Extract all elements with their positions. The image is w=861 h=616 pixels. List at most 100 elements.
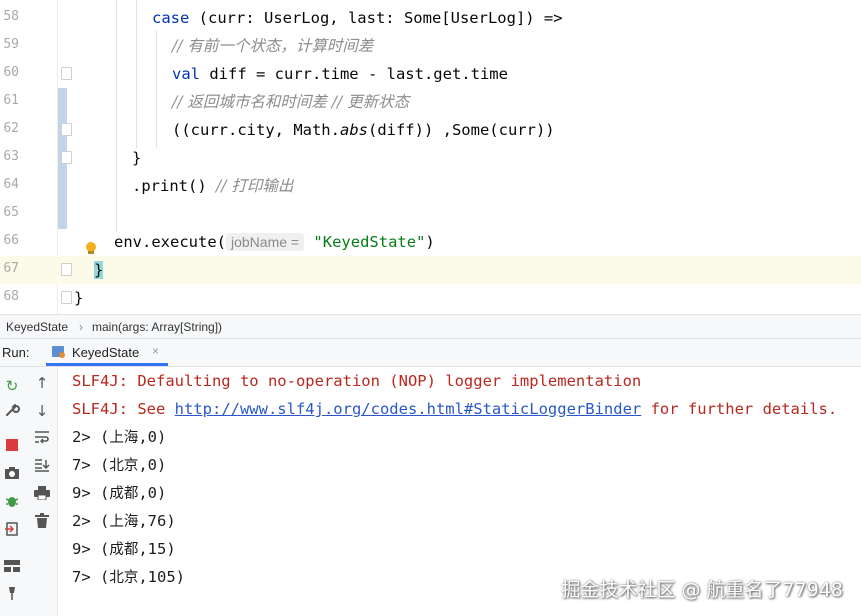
output-city: 上海 xyxy=(109,430,139,446)
code-line-68[interactable]: 68 } xyxy=(0,284,861,312)
output-city: 成都 xyxy=(109,542,139,558)
fold-marker-icon[interactable] xyxy=(61,291,72,304)
output-city: 上海 xyxy=(109,514,139,530)
output-value: ,15) xyxy=(138,540,176,558)
console-output-line: 9> (成都,15) xyxy=(72,539,176,560)
output-prefix: 7> ( xyxy=(72,568,110,586)
code-text: env.execute(jobName = "KeyedState") xyxy=(114,232,435,252)
code-line-59[interactable]: 59 // 有前一个状态，计算时间差 xyxy=(0,32,861,60)
breadcrumb-item-method[interactable]: main(args: Array[String]) xyxy=(92,320,222,334)
console-link[interactable]: http://www.slf4j.org/codes.html#StaticLo… xyxy=(175,400,642,418)
console-line: SLF4J: Defaulting to no-operation (NOP) … xyxy=(72,372,642,390)
close-tab-icon[interactable]: × xyxy=(152,344,159,358)
scroll-to-end-icon[interactable] xyxy=(32,457,52,477)
fold-marker-icon[interactable] xyxy=(61,151,72,164)
lightbulb-base xyxy=(88,251,94,254)
output-prefix: 2> ( xyxy=(72,428,110,446)
code-line-67[interactable]: 67 } xyxy=(0,256,861,284)
code-token: env.execute( xyxy=(114,233,226,251)
comment-token: // 打印输出 xyxy=(216,177,294,195)
fold-marker-icon[interactable] xyxy=(61,123,72,136)
code-line-58[interactable]: 58 case (curr: UserLog, last: Some[UserL… xyxy=(0,4,861,32)
scroll-up-icon[interactable]: ↑ xyxy=(32,373,52,393)
code-token: .print() xyxy=(132,177,216,195)
layout-icon[interactable] xyxy=(2,557,22,577)
soft-wrap-icon[interactable] xyxy=(32,429,52,449)
output-prefix: 9> ( xyxy=(72,540,110,558)
code-line-65[interactable]: 65 xyxy=(0,200,861,228)
run-tool-window-header: Run: KeyedState × xyxy=(0,339,861,367)
print-icon[interactable] xyxy=(32,485,52,505)
line-number: 63 xyxy=(3,149,19,164)
breadcrumb-item-class[interactable]: KeyedState xyxy=(6,320,68,334)
code-token: (curr: UserLog, last: Some[UserLog]) => xyxy=(189,9,563,27)
line-number: 66 xyxy=(3,233,19,248)
keyword-token: val xyxy=(172,65,200,83)
run-actions-toolbar: ↻ xyxy=(0,367,27,616)
run-label: Run: xyxy=(2,345,30,360)
line-number: 64 xyxy=(3,177,19,192)
line-number: 60 xyxy=(3,65,19,80)
console-output-line: 2> (上海,76) xyxy=(72,511,176,532)
output-value: ,105) xyxy=(138,568,185,586)
rerun-icon[interactable]: ↻ xyxy=(2,376,22,396)
output-value: ,0) xyxy=(138,456,167,474)
line-number: 62 xyxy=(3,121,19,136)
code-line-63[interactable]: 63 } xyxy=(0,144,861,172)
console-output-line: 2> (上海,0) xyxy=(72,427,166,448)
console-line: SLF4J: See http://www.slf4j.org/codes.ht… xyxy=(72,399,837,419)
output-city: 北京 xyxy=(109,570,139,586)
code-line-64[interactable]: 64 .print() // 打印输出 xyxy=(0,172,861,200)
console-text: for further details. xyxy=(641,400,838,418)
line-number: 61 xyxy=(3,93,19,108)
settings-wrench-icon[interactable] xyxy=(2,402,22,422)
code-token: } xyxy=(132,149,142,167)
line-number: 65 xyxy=(3,205,19,220)
code-text: .print() // 打印输出 xyxy=(132,176,293,196)
breadcrumb-separator: › xyxy=(79,320,83,334)
run-tab-label: KeyedState xyxy=(72,345,140,360)
run-config-icon xyxy=(52,346,65,358)
fold-marker-icon[interactable] xyxy=(61,67,72,80)
scroll-down-icon[interactable]: ↓ xyxy=(32,401,52,421)
string-token: "KeyedState" xyxy=(313,233,426,251)
code-token: diff = curr.time - last.get.time xyxy=(200,65,508,83)
code-text: } xyxy=(94,260,104,280)
matched-brace: } xyxy=(94,261,104,279)
output-prefix: 7> ( xyxy=(72,456,110,474)
code-text: case (curr: UserLog, last: Some[UserLog]… xyxy=(152,8,563,28)
code-token: } xyxy=(74,289,84,307)
code-line-62[interactable]: 62 ((curr.city, Math.abs(diff)) ,Some(cu… xyxy=(0,116,861,144)
code-token: ) xyxy=(425,233,435,251)
method-token: abs xyxy=(339,121,368,139)
output-value: ,0) xyxy=(138,484,167,502)
output-prefix: 9> ( xyxy=(72,484,110,502)
camera-icon[interactable] xyxy=(2,465,22,485)
output-value: ,0) xyxy=(138,428,167,446)
line-number: 68 xyxy=(3,289,19,304)
output-city: 北京 xyxy=(109,458,139,474)
run-tab-keyedstate[interactable]: KeyedState × xyxy=(46,339,168,366)
code-text: val diff = curr.time - last.get.time xyxy=(172,64,508,84)
fold-marker-icon[interactable] xyxy=(61,263,72,276)
pin-icon[interactable] xyxy=(2,585,22,605)
code-token: (diff)) ,Some(curr)) xyxy=(367,121,555,139)
login-exit-icon[interactable] xyxy=(2,521,22,541)
code-token: ((curr.city, Math. xyxy=(172,121,340,139)
keyword-token: case xyxy=(152,9,190,27)
code-line-60[interactable]: 60 val diff = curr.time - last.get.time xyxy=(0,60,861,88)
line-number: 67 xyxy=(3,261,19,276)
clear-trash-icon[interactable] xyxy=(32,513,52,533)
comment-token: // 有前一个状态，计算时间差 xyxy=(172,37,374,55)
output-city: 成都 xyxy=(109,486,139,502)
code-line-61[interactable]: 61 // 返回城市名和时间差 // 更新状态 xyxy=(0,88,861,116)
code-editor[interactable]: 58 case (curr: UserLog, last: Some[UserL… xyxy=(0,0,861,314)
comment-token: // 返回城市名和时间差 // 更新状态 xyxy=(172,93,410,111)
code-line-66[interactable]: 66 env.execute(jobName = "KeyedState") xyxy=(0,228,861,256)
console-output-line: 7> (北京,0) xyxy=(72,455,166,476)
parameter-hint: jobName = xyxy=(225,233,305,251)
line-number: 58 xyxy=(3,9,19,24)
debug-bug-icon[interactable] xyxy=(2,493,22,513)
stop-icon[interactable] xyxy=(2,436,22,456)
watermark: 掘金技术社区 @ 航重名了77948 xyxy=(561,579,843,601)
